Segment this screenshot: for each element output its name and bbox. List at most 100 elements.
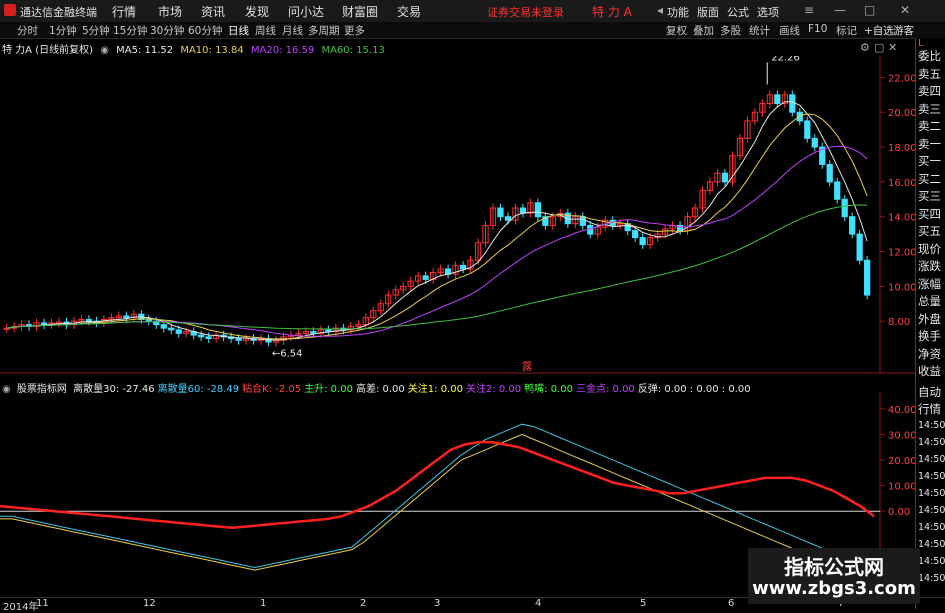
price-tick-label: 22.00 <box>888 73 915 84</box>
chart-maximize-icon[interactable]: ▢ <box>874 41 884 54</box>
panel-label-16: 换手 <box>918 329 941 343</box>
panel-label-5: 卖一 <box>918 136 941 151</box>
menu-news[interactable]: 资讯 <box>201 3 225 20</box>
panel-lower-6: 14:50 <box>918 488 945 499</box>
ma5-line <box>6 101 868 341</box>
x-tick: 2 <box>360 598 367 609</box>
maximize-icon[interactable]: □ <box>864 3 875 17</box>
chart-close-icon[interactable]: ✕ <box>888 41 897 54</box>
x-tick: 5 <box>640 598 647 609</box>
panel-lower-0: 自动 <box>918 385 941 399</box>
app-logo-icon <box>4 4 16 16</box>
candle-body <box>198 334 205 338</box>
price-tick-label: 20.00 <box>888 108 915 119</box>
app-title: 通达信金融终端 <box>20 6 97 19</box>
x-tick: 11 <box>36 598 49 609</box>
tab-30min[interactable]: 30分钟 <box>150 23 184 38</box>
indicator-tick-label: 10.00 <box>888 482 915 493</box>
panel-label-10: 买五 <box>918 224 941 238</box>
x-tick: 6 <box>728 598 735 609</box>
panel-label-13: 涨幅 <box>918 276 941 291</box>
candlestick-chart[interactable]: 22.00 20.00 18.00 16.00 14.00 12.00 10.00 8.00 2… <box>0 56 915 374</box>
menu-wealth[interactable]: 财富圈 <box>342 3 378 20</box>
guest-button[interactable]: 游客 <box>893 23 914 38</box>
tab-more[interactable]: 更多 <box>344 23 365 38</box>
candle-body <box>175 329 182 334</box>
tab-monthly[interactable]: 月线 <box>282 23 303 38</box>
menu-quotes[interactable]: 行情 <box>112 3 136 20</box>
btn-stats[interactable]: 统计 <box>749 23 770 38</box>
candle-body <box>774 94 781 105</box>
chart-settings-icon[interactable]: ⚙ <box>860 41 870 54</box>
btn-overlay[interactable]: 叠加 <box>693 23 714 38</box>
candle-body <box>834 181 841 200</box>
menu-trade[interactable]: 交易 <box>397 3 421 20</box>
panel-label-7: 买二 <box>918 171 941 186</box>
candle-body <box>826 163 833 183</box>
indicator-tick-label: 20.00 <box>888 456 915 467</box>
price-tick-label: 16.00 <box>888 178 915 189</box>
ma20-label: MA20: 16.59 <box>250 45 315 56</box>
menu-formula[interactable]: 公式 <box>727 4 749 20</box>
btn-f10[interactable]: F10 <box>808 23 827 35</box>
panel-label-15: 外盘 <box>918 311 941 326</box>
tab-15min[interactable]: 15分钟 <box>113 23 147 38</box>
candle-body <box>856 233 863 261</box>
indicator-tick-label: 30.00 <box>888 430 915 441</box>
candle-body <box>811 137 818 148</box>
menu-ask[interactable]: 问小达 <box>288 3 324 20</box>
panel-lower-5: 14:50 <box>918 471 945 482</box>
price-tick-label: 12.00 <box>888 248 915 259</box>
add-favorite-button[interactable]: +自选 <box>864 23 894 38</box>
x-tick: 12 <box>143 598 156 609</box>
candle-body <box>504 216 512 221</box>
panel-label-8: 买三 <box>918 189 941 203</box>
candle-body <box>235 338 242 341</box>
tab-1min[interactable]: 1分钟 <box>49 23 77 38</box>
panel-label-17: 净资 <box>918 346 941 361</box>
candle-body <box>789 94 796 113</box>
quote-panel: L 委比 卖五 卖四 卖三 卖二 卖一 买一 买二 买三 买四 买五 现价 涨跌 涨幅 总量 外盘 换手 净资 收益… <box>915 38 945 609</box>
panel-lower-11: 14:50 <box>918 573 945 584</box>
menu-icon[interactable]: ≡ <box>804 3 814 17</box>
menu-market[interactable]: 市场 <box>158 3 182 20</box>
ma10-label: MA10: 13.84 <box>180 45 244 56</box>
menu-layout[interactable]: 版面 <box>697 4 719 20</box>
arrow-left-icon[interactable]: ◂ <box>657 3 663 17</box>
panel-label-11: 现价 <box>918 241 941 256</box>
panel-lower-7: 14:50 <box>918 505 945 516</box>
panel-lower-1: 行情 <box>918 402 941 416</box>
ma60-line <box>6 204 868 330</box>
tab-60min[interactable]: 60分钟 <box>188 23 222 38</box>
panel-lower-10: 14:50 <box>918 556 945 567</box>
menu-options[interactable]: 选项 <box>757 4 779 20</box>
candle-body <box>519 207 527 214</box>
btn-mark[interactable]: 标记 <box>836 23 857 38</box>
candle-body <box>160 324 167 329</box>
menu-discover[interactable]: 发现 <box>245 3 269 20</box>
panel-lower-3: 14:50 <box>918 437 945 448</box>
candle-body <box>422 275 429 280</box>
indicator-tick-label: 40.00 <box>888 405 915 416</box>
menu-function[interactable]: 功能 <box>667 4 689 20</box>
ma-toggle-icon[interactable]: ◉ <box>100 45 109 56</box>
btn-adjust[interactable]: 复权 <box>666 23 687 38</box>
panel-label-12: 涨跌 <box>918 259 941 273</box>
tab-5min[interactable]: 5分钟 <box>82 23 110 38</box>
candle-body <box>579 216 586 226</box>
candle-body <box>639 237 646 246</box>
tab-multi-period[interactable]: 多周期 <box>308 23 340 38</box>
panel-label-6: 买一 <box>918 154 941 168</box>
panel-label-0: 委比 <box>918 49 941 63</box>
btn-draw[interactable]: 画线 <box>779 23 800 38</box>
login-status[interactable]: 证券交易未登录 <box>487 4 564 20</box>
tab-weekly[interactable]: 周线 <box>255 23 276 38</box>
close-icon[interactable]: ✕ <box>900 3 910 17</box>
candle-body <box>841 198 848 218</box>
tab-daily[interactable]: 日线 <box>228 23 249 38</box>
menu-bar: 通达信金融终端 行情 市场 资讯 发现 问小达 财富圈 交易 证券交易未登录 特… <box>0 0 945 23</box>
tab-timeshare[interactable]: 分时 <box>17 23 38 38</box>
panel-label-2: 卖四 <box>918 84 941 98</box>
btn-multi-stock[interactable]: 多股 <box>720 23 741 38</box>
minimize-icon[interactable]: — <box>834 3 846 17</box>
